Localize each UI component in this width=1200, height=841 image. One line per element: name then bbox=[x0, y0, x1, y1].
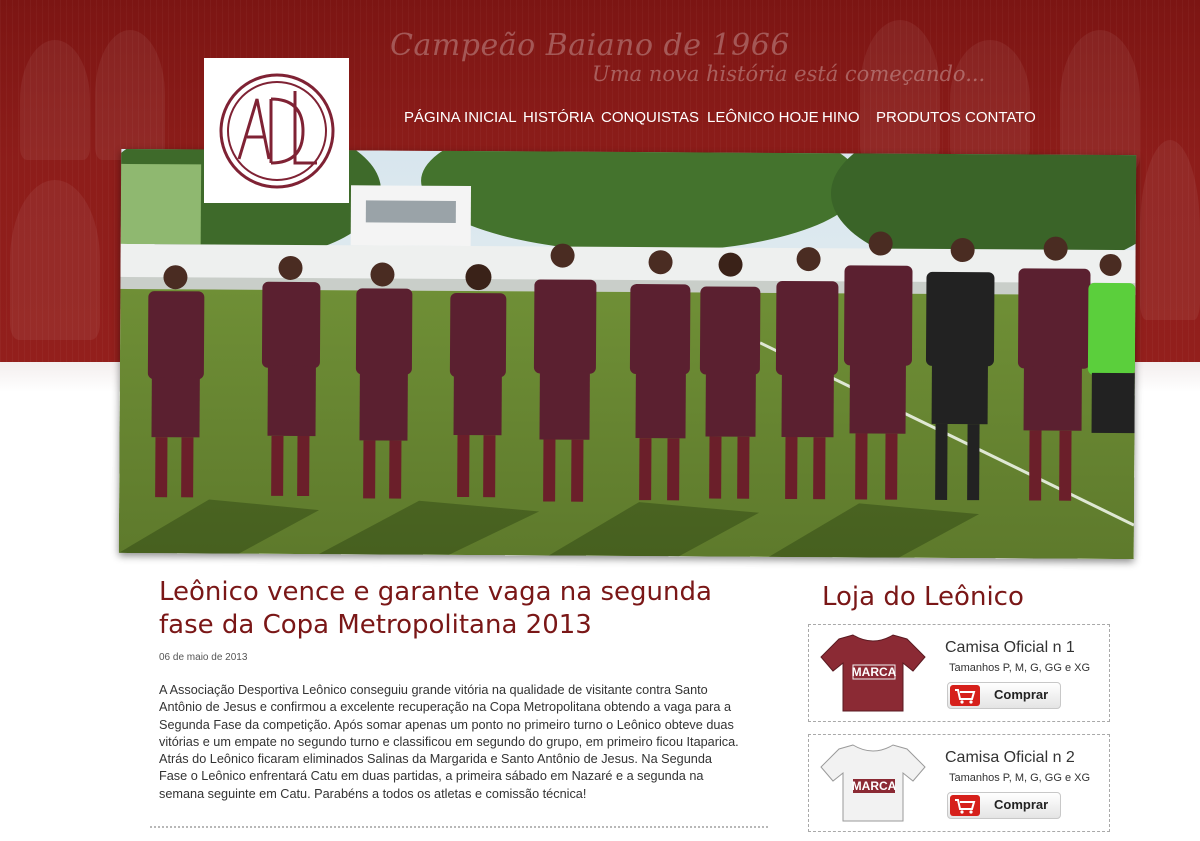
nav-item-produtos[interactable]: PRODUTOS bbox=[876, 109, 961, 126]
nav-item-conquistas[interactable]: CONQUISTAS bbox=[601, 109, 699, 126]
article-title: Leônico vence e garante vaga na segunda … bbox=[159, 577, 712, 640]
nav-item-historia[interactable]: HISTÓRIA bbox=[523, 109, 594, 126]
article-body: A Associação Desportiva Leônico consegui… bbox=[159, 683, 739, 801]
adl-logo-icon bbox=[219, 73, 334, 188]
article-divider bbox=[150, 826, 768, 828]
main-nav: PÁGINA INICIAL HISTÓRIA CONQUISTAS LEÔNI… bbox=[0, 109, 1200, 129]
decorative-silhouette bbox=[20, 40, 90, 160]
site-logo[interactable] bbox=[204, 58, 349, 203]
svg-text:MARCA: MARCA bbox=[852, 665, 897, 679]
decorative-silhouette bbox=[1060, 30, 1140, 170]
product-name: Camisa Oficial n 1 bbox=[945, 639, 1075, 656]
decorative-silhouette bbox=[95, 30, 165, 160]
nav-item-pagina-inicial[interactable]: PÁGINA INICIAL bbox=[404, 109, 517, 126]
shirt-image-icon: MARCA bbox=[820, 744, 926, 822]
decorative-silhouette bbox=[860, 20, 940, 160]
nav-item-contato[interactable]: CONTATO bbox=[965, 109, 1036, 126]
tagline-sub: Uma nova história está começando... bbox=[592, 62, 986, 86]
product-sizes: Tamanhos P, M, G, GG e XG bbox=[949, 772, 1091, 784]
buy-button[interactable]: Comprar bbox=[947, 792, 1061, 819]
decorative-silhouette bbox=[10, 180, 100, 340]
product-sizes: Tamanhos P, M, G, GG e XG bbox=[949, 662, 1091, 674]
buy-button-label: Comprar bbox=[994, 687, 1049, 702]
decorative-silhouette bbox=[950, 40, 1030, 160]
decorative-silhouette bbox=[1140, 140, 1200, 320]
nav-item-leonico-hoje[interactable]: LEÔNICO HOJE bbox=[707, 109, 819, 126]
shop-title: Loja do Leônico bbox=[822, 582, 1024, 612]
team-photo bbox=[100, 112, 1171, 560]
product-card: MARCA Camisa Oficial n 2 Tamanhos P, M, … bbox=[808, 734, 1110, 832]
shirt-image-icon: MARCA bbox=[820, 634, 926, 712]
cart-icon bbox=[950, 685, 980, 706]
buy-button[interactable]: Comprar bbox=[947, 682, 1061, 709]
nav-item-hino[interactable]: HINO bbox=[822, 109, 860, 126]
product-card: MARCA Camisa Oficial n 1 Tamanhos P, M, … bbox=[808, 624, 1110, 722]
tagline-main: Campeão Baiano de 1966 bbox=[390, 28, 790, 63]
svg-text:MARCA: MARCA bbox=[852, 779, 897, 793]
product-name: Camisa Oficial n 2 bbox=[945, 749, 1075, 766]
buy-button-label: Comprar bbox=[994, 797, 1049, 812]
article-date: 06 de maio de 2013 bbox=[159, 652, 248, 663]
cart-icon bbox=[950, 795, 980, 816]
